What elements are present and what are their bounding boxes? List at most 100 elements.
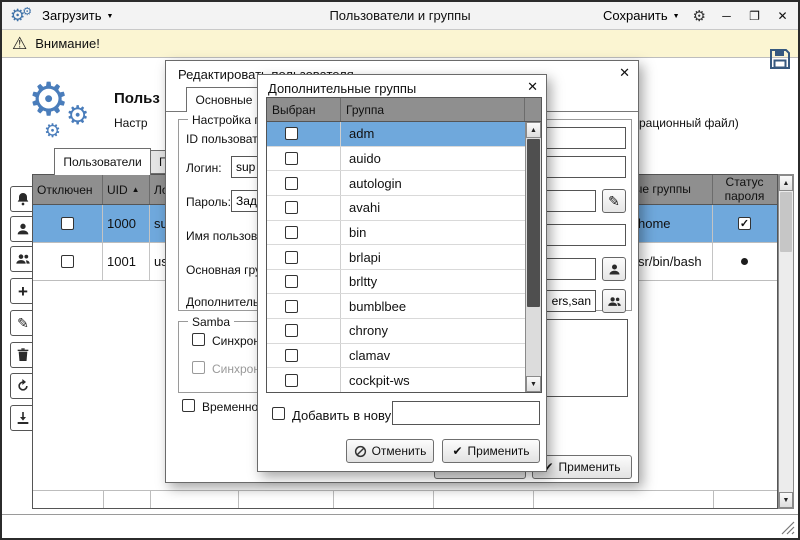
group-checkbox[interactable] bbox=[285, 177, 298, 190]
save-menu-button[interactable]: Сохранить ▼ bbox=[603, 8, 680, 23]
scrollbar-thumb[interactable] bbox=[780, 192, 792, 252]
caret-down-icon: ▼ bbox=[106, 13, 113, 20]
samba-sync-checkbox[interactable] bbox=[192, 333, 205, 346]
row-disabled-checkbox[interactable] bbox=[61, 217, 74, 230]
close-button[interactable]: ✕ bbox=[775, 9, 790, 23]
scroll-up-button[interactable]: ▲ bbox=[526, 122, 541, 138]
group-name: chrony bbox=[341, 323, 525, 338]
empty-row bbox=[33, 490, 777, 508]
group-name: clamav bbox=[341, 348, 525, 363]
group-icon bbox=[607, 294, 622, 309]
group-row[interactable]: chrony bbox=[267, 319, 525, 344]
new-group-input[interactable] bbox=[392, 401, 540, 425]
group-checkbox[interactable] bbox=[285, 152, 298, 165]
pick-extra-groups-button[interactable] bbox=[602, 289, 626, 313]
load-menu-button[interactable]: Загрузить ▼ bbox=[42, 8, 113, 23]
group-checkbox[interactable] bbox=[285, 201, 298, 214]
scroll-down-button[interactable]: ▼ bbox=[526, 376, 541, 392]
extra-groups-label: Дополнительн bbox=[186, 295, 266, 309]
bell-icon bbox=[15, 191, 31, 207]
group-row[interactable]: avahi bbox=[267, 196, 525, 221]
pick-primary-group-button[interactable] bbox=[602, 257, 626, 281]
group-checkbox[interactable] bbox=[285, 226, 298, 239]
dialog-title: Дополнительные группы bbox=[268, 81, 416, 96]
scrollbar-thumb[interactable] bbox=[527, 139, 540, 307]
group-row[interactable]: auido bbox=[267, 147, 525, 172]
group-checkbox[interactable] bbox=[285, 127, 298, 140]
settings-gear-icon[interactable]: ⚙ bbox=[693, 7, 706, 25]
page-logo-gear-icon: ⚙ bbox=[44, 122, 61, 141]
temporary-checkbox[interactable] bbox=[182, 399, 195, 412]
group-checkbox[interactable] bbox=[285, 275, 298, 288]
close-icon[interactable]: ✕ bbox=[527, 79, 538, 95]
col-header-disabled[interactable]: Отключен bbox=[33, 175, 103, 204]
group-checkbox[interactable] bbox=[285, 349, 298, 362]
fieldset-legend: Настройка п bbox=[188, 113, 265, 127]
close-icon[interactable]: ✕ bbox=[619, 65, 630, 81]
warning-icon: ⚠ bbox=[12, 34, 27, 54]
additional-groups-dialog: Дополнительные группы ✕ Выбран Группа ad… bbox=[257, 74, 547, 472]
col-header-uid[interactable]: UID▲ bbox=[103, 175, 150, 204]
group-checkbox[interactable] bbox=[285, 251, 298, 264]
save-menu-label: Сохранить bbox=[603, 8, 668, 23]
group-row[interactable]: bin bbox=[267, 221, 525, 246]
group-row[interactable]: cockpit-ws bbox=[267, 368, 525, 392]
tab-users[interactable]: Пользователи bbox=[54, 148, 151, 175]
group-checkbox[interactable] bbox=[285, 324, 298, 337]
fullname-label: Имя пользова bbox=[186, 229, 264, 243]
group-row[interactable]: clamav bbox=[267, 344, 525, 369]
uid-label: ID пользовате bbox=[186, 132, 264, 146]
apply-button[interactable]: ✔ Применить bbox=[442, 439, 540, 463]
user-icon bbox=[607, 262, 622, 277]
col-header-selected: Выбран bbox=[267, 98, 341, 121]
notes-textarea[interactable] bbox=[546, 319, 628, 397]
group-name: avahi bbox=[341, 200, 525, 215]
status-bar bbox=[2, 514, 798, 538]
table-scrollbar[interactable]: ▲ ▼ bbox=[778, 174, 794, 509]
apply-label: Применить bbox=[559, 460, 621, 474]
trash-icon bbox=[15, 347, 31, 363]
edit-password-button[interactable]: ✎ bbox=[602, 189, 626, 213]
warning-bar: ⚠ Внимание! bbox=[2, 30, 798, 58]
cancel-label: Отменить bbox=[372, 444, 427, 458]
resize-grip[interactable] bbox=[781, 521, 795, 535]
group-row[interactable]: brltty bbox=[267, 270, 525, 295]
add-to-new-checkbox[interactable] bbox=[272, 407, 285, 420]
groups-scrollbar[interactable]: ▲ ▼ bbox=[525, 122, 541, 392]
groups-rows: adm auido autologin avahi bin brlapi brl… bbox=[267, 122, 525, 392]
apply-button[interactable]: ✔ Применить bbox=[532, 455, 632, 479]
group-row[interactable]: bumblbee bbox=[267, 294, 525, 319]
tab-main[interactable]: Основные bbox=[186, 87, 262, 112]
row-disabled-checkbox[interactable] bbox=[61, 255, 74, 268]
group-checkbox[interactable] bbox=[285, 374, 298, 387]
col-header-group: Группа bbox=[341, 98, 525, 121]
password-status-dot-icon bbox=[741, 258, 748, 265]
group-checkbox[interactable] bbox=[285, 300, 298, 313]
scroll-up-button[interactable]: ▲ bbox=[779, 175, 793, 191]
group-name: adm bbox=[341, 126, 525, 141]
samba-sync2-checkbox[interactable] bbox=[192, 361, 205, 374]
password-status-checkbox[interactable] bbox=[738, 217, 751, 230]
cancel-icon bbox=[354, 445, 367, 458]
cancel-button[interactable]: Отменить bbox=[346, 439, 434, 463]
group-name: bumblbee bbox=[341, 299, 525, 314]
minimize-button[interactable]: ─ bbox=[719, 9, 734, 23]
group-row[interactable]: adm bbox=[267, 122, 525, 147]
group-row[interactable]: autologin bbox=[267, 171, 525, 196]
group-name: cockpit-ws bbox=[341, 373, 525, 388]
page-subtitle-right: рационный файл) bbox=[639, 116, 739, 130]
scroll-down-button[interactable]: ▼ bbox=[779, 492, 793, 508]
refresh-icon bbox=[15, 378, 31, 394]
page-subtitle-left: Настр bbox=[114, 116, 148, 130]
login-label: Логин: bbox=[186, 161, 222, 175]
cell-uid: 1001 bbox=[103, 243, 150, 280]
maximize-button[interactable]: ❐ bbox=[747, 9, 762, 23]
page-title: Польз bbox=[114, 90, 160, 107]
load-menu-label: Загрузить bbox=[42, 8, 101, 23]
group-name: autologin bbox=[341, 176, 525, 191]
save-file-icon[interactable] bbox=[768, 47, 792, 74]
col-header-password-status[interactable]: Статус пароля bbox=[713, 175, 776, 204]
group-row[interactable]: brlapi bbox=[267, 245, 525, 270]
app-logo-gears-icon: ⚙⚙ bbox=[10, 7, 32, 24]
apply-label: Применить bbox=[468, 444, 530, 458]
